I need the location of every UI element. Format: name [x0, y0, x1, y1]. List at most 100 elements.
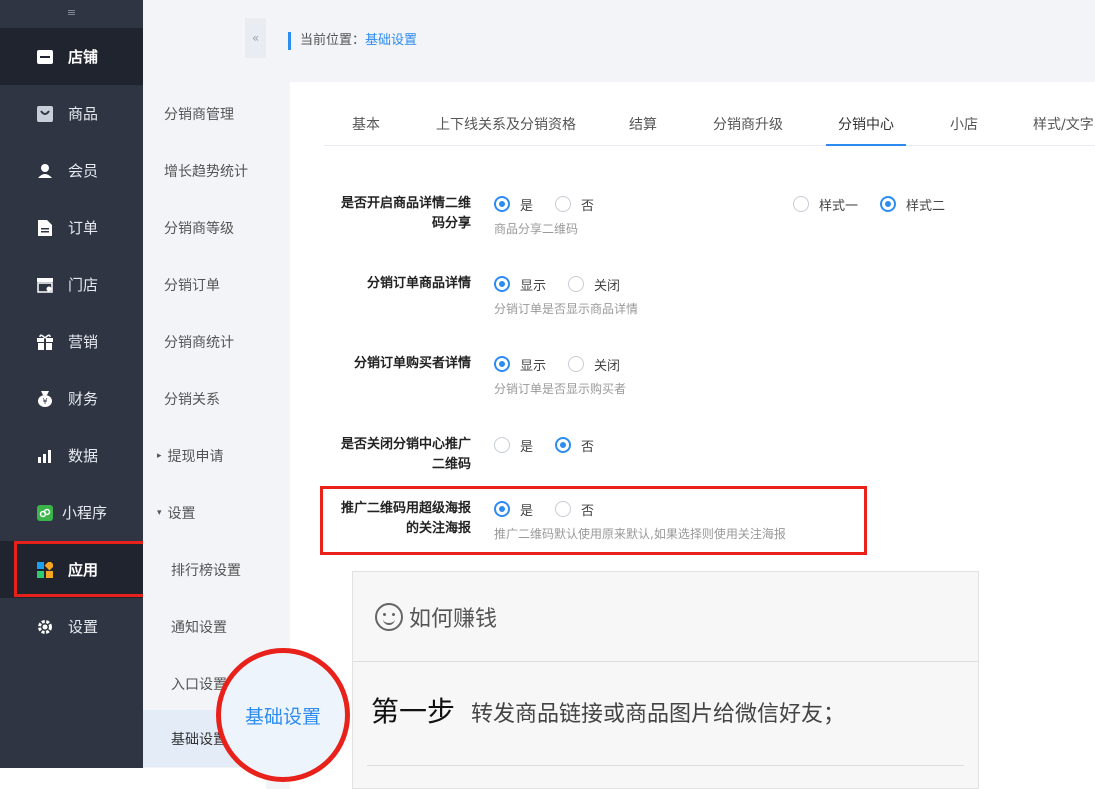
subnav-item-label: 增长趋势统计 [164, 163, 248, 180]
tab-upgrade[interactable]: 分销商升级 [713, 104, 783, 146]
sidebar-item-order[interactable]: 订单 [0, 199, 143, 256]
subnav-item-ranking[interactable]: 排行榜设置 [143, 541, 266, 598]
subnav-item-notify[interactable]: 通知设置 [143, 598, 266, 655]
radio-no[interactable]: 否 [555, 195, 594, 214]
sidebar-item-member[interactable]: 会员 [0, 142, 143, 199]
sidebar-item-label: 营销 [68, 333, 99, 351]
tab-bar: 基本 上下线关系及分销资格 结算 分销商升级 分销中心 小店 样式/文字 [324, 104, 1095, 146]
radio-style-one[interactable]: 样式一 [793, 195, 858, 214]
radio-close[interactable]: 关闭 [568, 355, 620, 374]
sidebar-item-label: 会员 [68, 162, 99, 180]
radio-checked-icon [494, 196, 510, 212]
setting-label: 是否开启商品详情二维 码分享 [301, 194, 471, 234]
radio-show[interactable]: 显示 [494, 275, 546, 294]
sidebar-toggle-icon[interactable]: ≡ [0, 0, 143, 24]
sidebar-item-miniapp[interactable]: 小程序 [0, 484, 143, 541]
radio-label: 样式二 [906, 198, 946, 214]
sidebar-item-label: 店铺 [68, 48, 99, 66]
chart-icon [36, 447, 54, 465]
tab-style-text[interactable]: 样式/文字 [1033, 104, 1094, 146]
radio-yes[interactable]: 是 [494, 436, 533, 455]
sidebar-item-label: 应用 [68, 561, 99, 579]
collapse-subnav-button[interactable]: « [245, 18, 266, 58]
sidebar-item-shop[interactable]: 门店 [0, 256, 143, 313]
subnav-item-distributor-level[interactable]: 分销商等级 [143, 199, 266, 256]
sidebar-item-label: 设置 [68, 618, 99, 636]
sidebar-item-label: 小程序 [62, 504, 108, 522]
step-text: 转发商品链接或商品图片给微信好友； [471, 702, 846, 727]
subnav-item-label: 入口设置 [171, 676, 227, 693]
radio-style-two[interactable]: 样式二 [880, 195, 945, 214]
radio-checked-icon [880, 196, 897, 212]
sidebar-item-store[interactable]: 店铺 [0, 28, 143, 85]
sidebar-item-finance[interactable]: ¥ 财务 [0, 370, 143, 427]
subnav-item-distribution-orders[interactable]: 分销订单 [143, 256, 266, 313]
sidebar-item-data[interactable]: 数据 [0, 427, 143, 484]
radio-label: 否 [581, 439, 595, 455]
svg-text:¥: ¥ [42, 397, 47, 406]
radio-show[interactable]: 显示 [494, 355, 546, 374]
radio-label: 关闭 [594, 278, 621, 294]
sidebar-item-label: 商品 [68, 105, 99, 123]
subnav-item-distributor-manage[interactable]: 分销商管理 [143, 85, 266, 142]
highlight-box [320, 486, 867, 555]
sidebar-item-label: 财务 [68, 390, 99, 408]
setting-label-line: 是否关闭分销中心推广 [340, 437, 471, 452]
zoom-label: 基础设置 [244, 705, 321, 728]
subnav-item-distributor-stats[interactable]: 分销商统计 [143, 313, 266, 370]
radio-group: 显示 关闭 [494, 274, 642, 294]
radio-label: 显示 [520, 278, 547, 294]
tab-relations[interactable]: 上下线关系及分销资格 [436, 104, 576, 146]
radio-group: 是 否 [494, 194, 616, 214]
setting-label: 是否关闭分销中心推广 二维码 [301, 435, 471, 475]
setting-label-line: 码分享 [431, 216, 471, 231]
radio-unchecked-icon [494, 437, 510, 453]
sidebar-item-apps[interactable]: 应用 [0, 541, 151, 598]
setting-hint: 分销订单是否显示商品详情 [494, 302, 639, 316]
subnav-item-label: 设置 [167, 505, 196, 522]
subnav-item-label: 分销商统计 [164, 334, 234, 351]
subnav-item-withdraw[interactable]: ▸ 提现申请 [143, 427, 266, 484]
subnav-item-label: 分销商管理 [164, 106, 234, 123]
subnav-item-growth-stats[interactable]: 增长趋势统计 [143, 142, 266, 199]
caret-down-icon: ▾ [157, 507, 162, 518]
sidebar-item-goods[interactable]: 商品 [0, 85, 143, 142]
subnav-item-label: 提现申请 [167, 448, 224, 465]
howto-image: 如何赚钱 第一步 转发商品链接或商品图片给微信好友； [352, 571, 979, 789]
howto-step: 第一步 转发商品链接或商品图片给微信好友； [353, 662, 978, 730]
subnav-item-label: 分销商等级 [164, 220, 234, 237]
setting-label: 分销订单购买者详情 [353, 356, 471, 371]
setting-label-line: 是否开启商品详情二维 [340, 196, 471, 211]
radio-close[interactable]: 关闭 [568, 275, 620, 294]
howto-heading: 如何赚钱 [409, 606, 498, 632]
radio-no[interactable]: 否 [555, 436, 594, 455]
subnav-item-settings-group[interactable]: ▾ 设置 [143, 484, 266, 541]
breadcrumb-prefix: 当前位置： [300, 33, 366, 48]
tab-shop[interactable]: 小店 [950, 104, 978, 146]
radio-checked-icon [555, 437, 572, 453]
caret-right-icon: ▸ [157, 450, 162, 461]
subnav-item-label: 分销订单 [164, 277, 220, 294]
store-icon [36, 48, 54, 66]
howto-header: 如何赚钱 [353, 572, 978, 662]
gear-icon [36, 618, 54, 636]
radio-label: 关闭 [594, 358, 621, 374]
gift-icon [36, 333, 54, 351]
subnav-item-label: 分销关系 [164, 391, 220, 408]
tab-distribution-center[interactable]: 分销中心 [826, 104, 906, 146]
tab-settlement[interactable]: 结算 [629, 104, 657, 146]
radio-group: 是 否 [494, 435, 616, 455]
breadcrumb-current[interactable]: 基础设置 [365, 33, 417, 48]
radio-checked-icon [494, 356, 510, 372]
tab-basic[interactable]: 基本 [352, 104, 380, 146]
subnav-item-distribution-relation[interactable]: 分销关系 [143, 370, 266, 427]
miniapp-icon [36, 504, 54, 522]
sidebar-item-settings[interactable]: 设置 [0, 598, 143, 655]
order-icon [36, 219, 54, 237]
apps-icon [36, 561, 54, 579]
sidebar-item-marketing[interactable]: 营销 [0, 313, 143, 370]
sidebar-item-label: 门店 [68, 276, 99, 294]
sub-navigation: 分销商管理 增长趋势统计 分销商等级 分销订单 分销商统计 分销关系 ▸ 提现申请… [143, 0, 266, 768]
radio-yes[interactable]: 是 [494, 195, 533, 214]
subnav-item-label: 排行榜设置 [171, 562, 241, 579]
